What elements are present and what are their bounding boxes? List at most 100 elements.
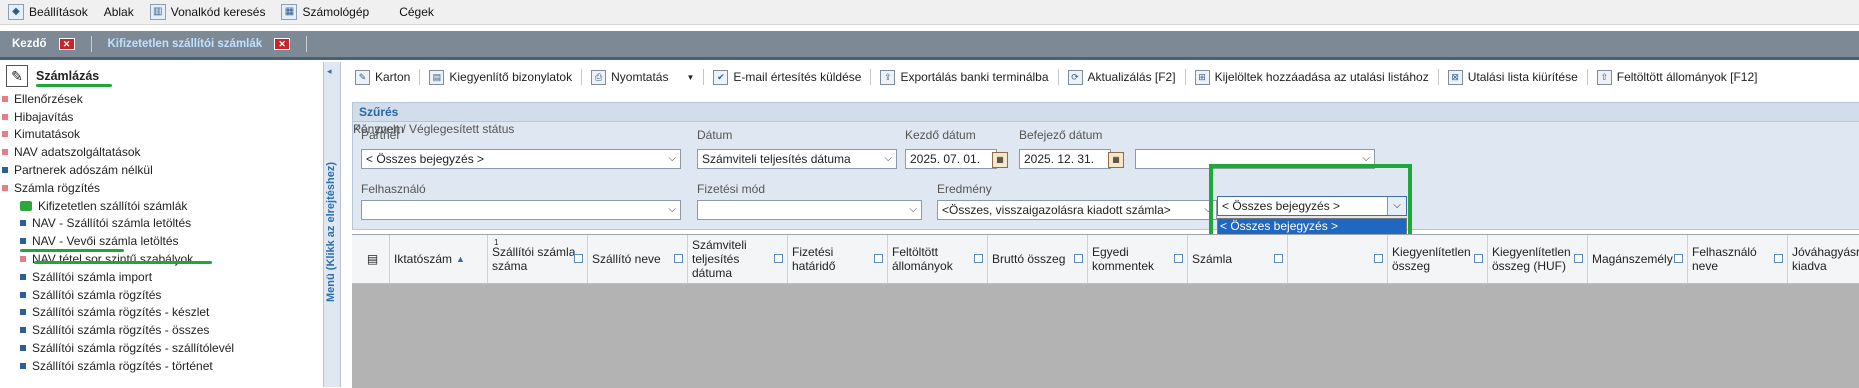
filter-title: Szűrés xyxy=(353,103,1859,122)
column-header-label: Bruttó összeg xyxy=(992,252,1066,266)
sidebar-item[interactable]: Szállítói számla rögzítés - készlet xyxy=(0,304,323,322)
sidebar-item[interactable]: Szállítói számla rögzítés - történet xyxy=(0,357,323,375)
column-header[interactable]: Jóváhagyásra kiadva xyxy=(1788,235,1859,283)
column-header[interactable]: Kiegyenlítetlen összeg xyxy=(1388,235,1488,283)
toolbar-button-label: Utalási lista kiürítése xyxy=(1467,70,1578,84)
befejezo-label: Befejező dátum xyxy=(1019,128,1103,142)
toolbar-button[interactable]: ✔ E-mail értesítés küldése xyxy=(706,66,868,88)
sidebar-item[interactable]: Számla rögzítés xyxy=(0,179,323,197)
bullet-icon xyxy=(20,273,26,280)
toolbar-button[interactable]: ⊠ Utalási lista kiürítése xyxy=(1441,66,1585,88)
column-header[interactable]: Magánszemély xyxy=(1588,235,1688,283)
toolbar-button-label: Kijelöltek hozzáadása az utalási listáho… xyxy=(1214,70,1429,84)
sidebar-item[interactable]: Partnerek adószám nélkül xyxy=(0,161,323,179)
bullet-icon xyxy=(20,309,26,316)
toolbar-button[interactable]: ⟳ Aktualizálás [F2] xyxy=(1061,66,1183,88)
menu-item[interactable]: ▦ Számológép xyxy=(273,0,377,24)
column-header[interactable]: Fizetési határidő xyxy=(788,235,888,283)
kezdo-date-input[interactable]: 2025. 07. 01. xyxy=(905,149,997,169)
column-filter-icon[interactable] xyxy=(774,254,783,263)
eredmeny-select[interactable]: <Összes, visszaigazolásra kiadott számla… xyxy=(937,200,1217,220)
sidebar-item-label: NAV - Vevői számla letöltés xyxy=(32,234,179,249)
sidebar-item[interactable]: NAV - Szállítói számla letöltés xyxy=(0,215,323,233)
datum-select[interactable]: Számviteli teljesítés dátuma ⌵ xyxy=(697,149,897,169)
column-header[interactable] xyxy=(1288,235,1388,283)
refresh-icon: ⟳ xyxy=(1067,69,1083,85)
sidebar-item[interactable]: NAV tétel sor szintű szabályok xyxy=(0,250,323,268)
sidebar-item[interactable]: Szállítói számla import xyxy=(0,268,323,286)
toolbar-button[interactable]: ⇪ Exportálás banki terminálba xyxy=(873,66,1055,88)
column-header[interactable]: Kiegyenlítetlen összeg (HUF) xyxy=(1488,235,1588,283)
sidebar-item[interactable]: Kimutatások xyxy=(0,126,323,144)
menu-item-label: Cégek xyxy=(399,5,434,19)
sidebar-collapse-strip[interactable]: ◂ Menü (Klikk az elrejtéshez) xyxy=(324,62,341,387)
column-header-label: Kiegyenlítetlen összeg xyxy=(1392,245,1471,273)
befejezo-value: 2025. 12. 31. xyxy=(1024,152,1095,166)
column-filter-icon[interactable] xyxy=(674,254,683,263)
calendar-icon[interactable]: ▦ xyxy=(1108,152,1124,168)
column-header[interactable]: Szállítói számla száma xyxy=(488,235,588,283)
column-filter-icon[interactable] xyxy=(1474,254,1483,263)
tab[interactable]: Kezdő ✕ xyxy=(0,38,87,50)
toolbar-button[interactable]: ⎙ Nyomtatás ▼ xyxy=(584,66,701,88)
menu-item[interactable]: Cégek xyxy=(391,0,442,24)
column-filter-icon[interactable] xyxy=(1574,254,1583,263)
felhasznalo-select[interactable]: ⌵ xyxy=(361,200,681,220)
column-header[interactable]: Feltöltött állományok xyxy=(888,235,988,283)
column-header[interactable]: Bruttó összeg xyxy=(988,235,1088,283)
sidebar-item[interactable]: Kifizetetlen szállítói számlák xyxy=(0,197,323,215)
tab[interactable]: Kifizetetlen szállítói számlák ✕ xyxy=(96,38,303,50)
column-filter-icon[interactable] xyxy=(1674,254,1683,263)
sidebar-item[interactable]: NAV - Vevői számla letöltés xyxy=(0,232,323,250)
partner-select[interactable]: < Összes bejegyzés > ⌵ xyxy=(361,149,681,169)
menu-item[interactable]: ▥ Vonalkód keresés xyxy=(142,0,274,24)
sidebar-item[interactable]: Hibajavítás xyxy=(0,108,323,126)
toolbar-divider xyxy=(870,69,872,85)
column-header[interactable]: Iktatószám 1 ▲ xyxy=(390,235,498,283)
tab-bar: Kezdő ✕ Kifizetetlen szállítói számlák ✕ xyxy=(0,31,1859,60)
highlight-underline xyxy=(20,249,124,252)
sidebar-item[interactable]: Szállítói számla rögzítés xyxy=(0,286,323,304)
toolbar-button[interactable]: ▤ Kiegyenlítő bizonylatok xyxy=(422,66,579,88)
menu-item[interactable]: ◆ Beállítások xyxy=(0,0,96,24)
menu-item[interactable]: Ablak xyxy=(96,0,142,24)
sidebar-item[interactable]: Ellenőrzések xyxy=(0,90,323,108)
bullet-icon xyxy=(2,167,8,174)
befejezo-date-input[interactable]: 2025. 12. 31. xyxy=(1019,149,1111,169)
column-header[interactable]: Szállító neve xyxy=(588,235,688,283)
column-filter-icon[interactable] xyxy=(1174,254,1183,263)
close-icon[interactable]: ✕ xyxy=(58,38,75,50)
arrow-icon: ◆ xyxy=(8,4,24,20)
column-header[interactable]: Felhasználó neve xyxy=(1688,235,1788,283)
bullet-icon xyxy=(20,220,26,227)
sidebar-item[interactable]: Szállítói számla rögzítés - szállítólevé… xyxy=(0,339,323,357)
sidebar-item[interactable]: NAV adatszolgáltatások xyxy=(0,143,323,161)
column-filter-icon[interactable] xyxy=(974,254,983,263)
toolbar-button[interactable]: ⇧ Feltöltött állományok [F12] xyxy=(1590,66,1765,88)
menu-item-label: Számológép xyxy=(302,5,370,19)
grid-settings-icon[interactable]: ▤ xyxy=(352,235,390,283)
column-header[interactable]: Számla xyxy=(1188,235,1288,283)
sidebar-item[interactable]: Szállítói számla rögzítés - összes xyxy=(0,321,323,339)
toolbar-button-label: Nyomtatás xyxy=(611,70,669,84)
column-filter-icon[interactable] xyxy=(874,254,883,263)
column-filter-icon[interactable] xyxy=(1274,254,1283,263)
column-filter-icon[interactable] xyxy=(1774,254,1783,263)
fizetesi-mod-select[interactable]: ⌵ xyxy=(697,200,922,220)
toolbar-button-label: Exportálás banki terminálba xyxy=(900,70,1049,84)
dropdown-arrow-icon[interactable]: ▼ xyxy=(686,73,694,82)
toolbar-button[interactable]: ✎ Karton xyxy=(348,66,417,88)
close-icon[interactable]: ✕ xyxy=(274,38,291,50)
column-filter-icon[interactable] xyxy=(1074,254,1083,263)
column-filter-icon[interactable] xyxy=(574,254,583,263)
column-header[interactable]: Egyedi kommentek xyxy=(1088,235,1188,283)
toolbar-button[interactable]: ⊞ Kijelöltek hozzáadása az utalási listáh… xyxy=(1188,66,1436,88)
invoice-icon: ✎ xyxy=(6,65,28,87)
sidebar-item-label: Partnerek adószám nélkül xyxy=(14,163,153,178)
column-header-label: Szállító neve xyxy=(592,252,661,266)
column-header[interactable]: Számviteli teljesítés dátuma xyxy=(688,235,788,283)
add-list-icon: ⊞ xyxy=(1194,69,1210,85)
column-filter-icon[interactable] xyxy=(1374,254,1383,263)
bullet-icon xyxy=(2,149,8,156)
calendar-icon[interactable]: ▦ xyxy=(992,152,1008,168)
